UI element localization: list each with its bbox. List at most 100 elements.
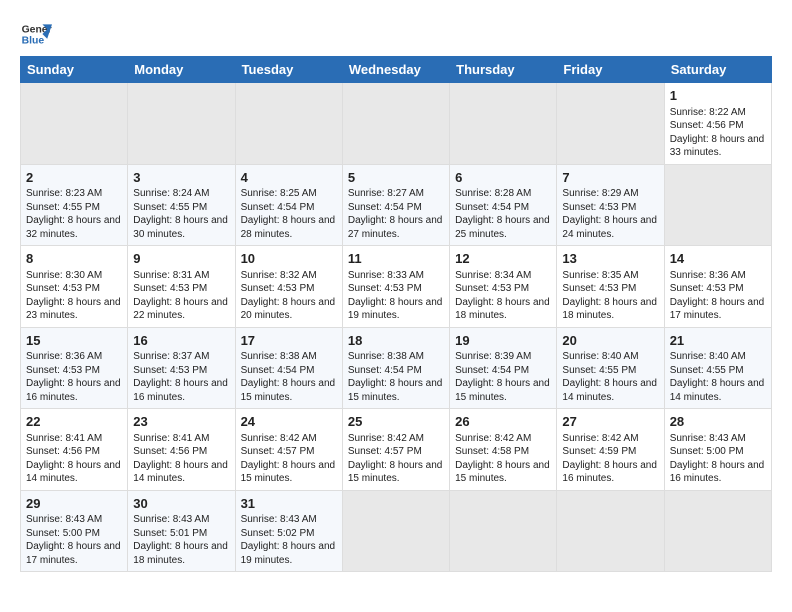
sunset: Sunset: 5:01 PM xyxy=(133,528,207,539)
daylight: Daylight: 8 hours and 16 minutes. xyxy=(133,378,228,403)
daylight: Daylight: 8 hours and 18 minutes. xyxy=(562,297,657,322)
col-header-wednesday: Wednesday xyxy=(342,57,449,83)
calendar-cell: 19Sunrise: 8:39 AMSunset: 4:54 PMDayligh… xyxy=(450,327,557,409)
day-number: 24 xyxy=(241,413,337,431)
sunset: Sunset: 5:00 PM xyxy=(670,446,744,457)
daylight: Daylight: 8 hours and 14 minutes. xyxy=(133,460,228,485)
calendar-cell xyxy=(664,164,771,246)
sunset: Sunset: 4:57 PM xyxy=(348,446,422,457)
week-row-2: 2Sunrise: 8:23 AM Sunset: 4:55 PM Daylight… xyxy=(21,164,772,246)
day-number: 19 xyxy=(455,332,551,350)
day-number: 27 xyxy=(562,413,658,431)
day-number: 25 xyxy=(348,413,444,431)
sunset: Sunset: 4:55 PM xyxy=(133,202,207,213)
sunset: Sunset: 4:53 PM xyxy=(26,365,100,376)
day-number: 16 xyxy=(133,332,229,350)
col-header-monday: Monday xyxy=(128,57,235,83)
day-number: 8 xyxy=(26,250,122,268)
calendar-cell xyxy=(235,83,342,165)
col-header-tuesday: Tuesday xyxy=(235,57,342,83)
daylight: Daylight: 8 hours and 16 minutes. xyxy=(670,460,765,485)
sunrise: Sunrise: 8:37 AM xyxy=(133,351,209,362)
day-number: 2 xyxy=(26,169,122,187)
calendar-cell: 2Sunrise: 8:23 AMSunset: 4:55 PMDaylight… xyxy=(21,164,128,246)
sunset: Sunset: 5:00 PM xyxy=(26,528,100,539)
sunrise: Sunrise: 8:34 AM xyxy=(455,270,531,281)
sunset: Sunset: 4:54 PM xyxy=(455,365,529,376)
daylight: Daylight: 8 hours and 15 minutes. xyxy=(455,460,550,485)
daylight: Daylight: 8 hours and 14 minutes. xyxy=(562,378,657,403)
calendar-cell: 10Sunrise: 8:32 AMSunset: 4:53 PMDayligh… xyxy=(235,246,342,328)
daylight: Daylight: 8 hours and 15 minutes. xyxy=(348,460,443,485)
col-header-sunday: Sunday xyxy=(21,57,128,83)
daylight: Daylight: 8 hours and 17 minutes. xyxy=(26,541,121,566)
day-number: 3 xyxy=(133,169,229,187)
sunrise: Sunrise: 8:23 AM xyxy=(26,188,102,199)
calendar-cell: 4Sunrise: 8:25 AMSunset: 4:54 PMDaylight… xyxy=(235,164,342,246)
daylight: Daylight: 8 hours and 19 minutes. xyxy=(348,297,443,322)
calendar-cell: 9Sunrise: 8:31 AMSunset: 4:53 PMDaylight… xyxy=(128,246,235,328)
sunset: Sunset: 4:55 PM xyxy=(562,365,636,376)
sunrise: Sunrise: 8:22 AM xyxy=(670,107,746,118)
calendar-cell: 25 Sunrise: 8:42 AM Sunset: 4:57 PM Dayligh… xyxy=(342,409,449,491)
calendar-cell: 3Sunrise: 8:24 AMSunset: 4:55 PMDaylight… xyxy=(128,164,235,246)
daylight: Daylight: 8 hours and 15 minutes. xyxy=(348,378,443,403)
logo-icon: General Blue xyxy=(20,18,52,50)
day-number: 20 xyxy=(562,332,658,350)
calendar-cell: 23 Sunrise: 8:41 AM Sunset: 4:56 PM Dayligh… xyxy=(128,409,235,491)
daylight: Daylight: 8 hours and 14 minutes. xyxy=(670,378,765,403)
day-number: 28 xyxy=(670,413,766,431)
day-number: 6 xyxy=(455,169,551,187)
calendar-cell: 1Sunrise: 8:22 AMSunset: 4:56 PMDaylight… xyxy=(664,83,771,165)
calendar-cell: 27Sunrise: 8:42 AMSunset: 4:59 PMDayligh… xyxy=(557,409,664,491)
sunset: Sunset: 4:53 PM xyxy=(241,283,315,294)
day-number: 12 xyxy=(455,250,551,268)
calendar-page: General Blue SundayMondayTuesdayWednesda… xyxy=(0,0,792,612)
daylight: Daylight: 8 hours and 16 minutes. xyxy=(26,378,121,403)
sunrise: Sunrise: 8:29 AM xyxy=(562,188,638,199)
calendar-cell: 15Sunrise: 8:36 AMSunset: 4:53 PMDayligh… xyxy=(21,327,128,409)
daylight: Daylight: 8 hours and 28 minutes. xyxy=(241,215,336,240)
calendar-cell: 29Sunrise: 8:43 AM Sunset: 5:00 PM Dayligh… xyxy=(21,490,128,572)
header: General Blue xyxy=(20,18,772,50)
sunset: Sunset: 4:56 PM xyxy=(26,446,100,457)
week-row-4: 15Sunrise: 8:36 AMSunset: 4:53 PMDayligh… xyxy=(21,327,772,409)
day-number: 14 xyxy=(670,250,766,268)
week-row-5: 22Sunrise: 8:41 AMSunset: 4:56 PMDayligh… xyxy=(21,409,772,491)
day-number: 23 xyxy=(133,413,229,431)
calendar-cell: 18Sunrise: 8:38 AMSunset: 4:54 PMDayligh… xyxy=(342,327,449,409)
sunrise: Sunrise: 8:41 AM xyxy=(133,433,209,444)
daylight: Daylight: 8 hours and 33 minutes. xyxy=(670,134,765,159)
day-number: 1 xyxy=(670,87,766,105)
sunrise: Sunrise: 8:32 AM xyxy=(241,270,317,281)
calendar-cell xyxy=(450,83,557,165)
sunrise: Sunrise: 8:43 AM xyxy=(26,514,102,525)
daylight: Daylight: 8 hours and 17 minutes. xyxy=(670,297,765,322)
sunrise: Sunrise: 8:41 AM xyxy=(26,433,102,444)
calendar-cell xyxy=(557,490,664,572)
day-number: 18 xyxy=(348,332,444,350)
sunrise: Sunrise: 8:42 AM xyxy=(348,433,424,444)
calendar-cell xyxy=(128,83,235,165)
calendar-cell: 26Sunrise: 8:42 AMSunset: 4:58 PMDayligh… xyxy=(450,409,557,491)
calendar-cell: 13Sunrise: 8:35 AMSunset: 4:53 PMDayligh… xyxy=(557,246,664,328)
daylight: Daylight: 8 hours and 23 minutes. xyxy=(26,297,121,322)
day-number: 29 xyxy=(26,495,122,513)
sunset: Sunset: 4:57 PM xyxy=(241,446,315,457)
calendar-cell xyxy=(342,83,449,165)
day-number: 17 xyxy=(241,332,337,350)
col-header-saturday: Saturday xyxy=(664,57,771,83)
calendar-cell: 28Sunrise: 8:43 AMSunset: 5:00 PMDayligh… xyxy=(664,409,771,491)
sunrise: Sunrise: 8:31 AM xyxy=(133,270,209,281)
daylight: Daylight: 8 hours and 25 minutes. xyxy=(455,215,550,240)
daylight: Daylight: 8 hours and 15 minutes. xyxy=(241,460,336,485)
calendar-cell xyxy=(450,490,557,572)
day-number: 5 xyxy=(348,169,444,187)
daylight: Daylight: 8 hours and 20 minutes. xyxy=(241,297,336,322)
daylight: Daylight: 8 hours and 15 minutes. xyxy=(241,378,336,403)
sunset: Sunset: 4:53 PM xyxy=(670,283,744,294)
sunset: Sunset: 4:54 PM xyxy=(348,365,422,376)
calendar-cell: 12Sunrise: 8:34 AMSunset: 4:53 PMDayligh… xyxy=(450,246,557,328)
sunset: Sunset: 4:56 PM xyxy=(133,446,207,457)
header-row: SundayMondayTuesdayWednesdayThursdayFrid… xyxy=(21,57,772,83)
